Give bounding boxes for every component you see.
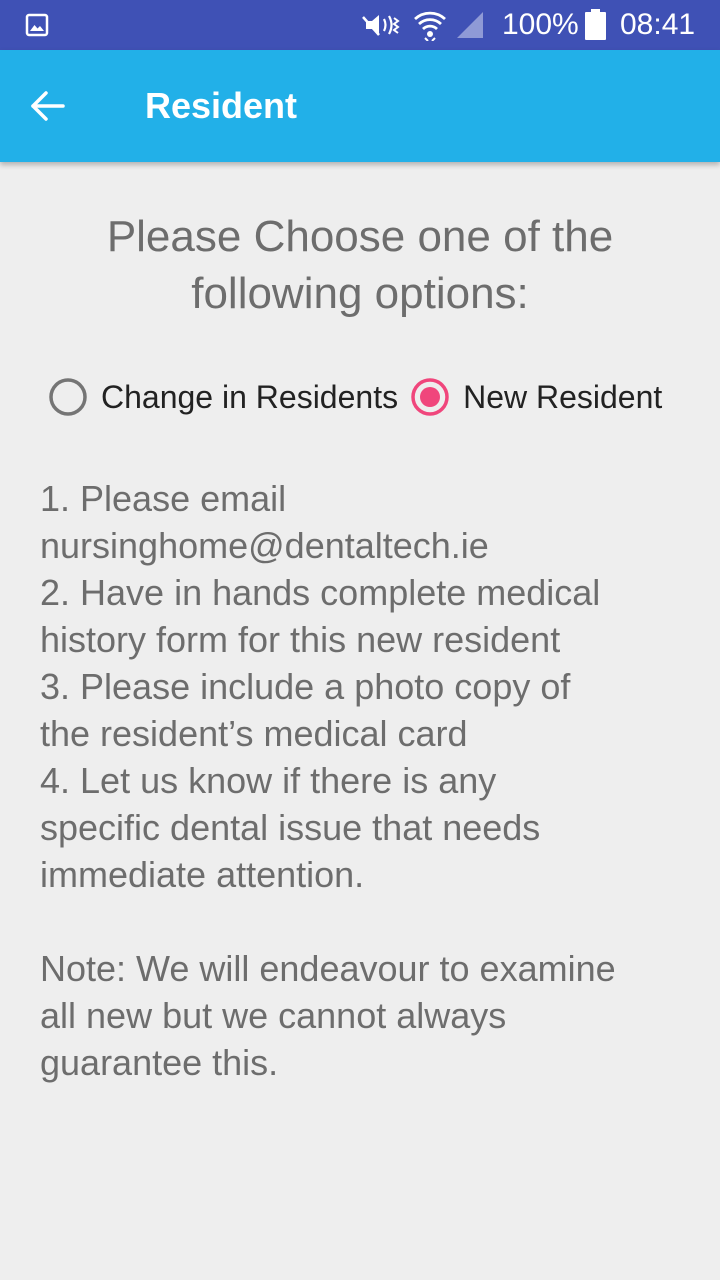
- instruction-line: 2. Have in hands complete medical: [40, 572, 601, 613]
- instruction-line: 1. Please email: [40, 478, 287, 519]
- battery-icon: [585, 9, 606, 40]
- heading-line-1: Please Choose one of the: [106, 212, 614, 261]
- heading-line-2: following options:: [191, 269, 529, 318]
- instructions-text: 1. Please email nursinghome@dentaltech.i…: [40, 475, 690, 1086]
- radio-checked-icon[interactable]: [410, 377, 450, 417]
- instruction-line: 4. Let us know if there is any: [40, 760, 497, 801]
- instruction-line: specific dental issue that needs: [40, 807, 541, 848]
- note-line: Note: We will endeavour to examine: [40, 948, 616, 989]
- gallery-icon: [25, 13, 49, 37]
- radio-label-change-in-residents: Change in Residents: [101, 379, 399, 415]
- signal-icon: [457, 12, 483, 38]
- app-bar: Resident: [0, 50, 720, 162]
- mute-icon: [362, 15, 400, 36]
- radio-new-resident[interactable]: New Resident: [410, 375, 662, 419]
- arrow-left-icon: [31, 91, 65, 121]
- radio-label-new-resident: New Resident: [463, 379, 663, 415]
- instruction-email: nursinghome@dentaltech.ie: [40, 525, 489, 566]
- page-title: Resident: [145, 85, 298, 126]
- instruction-line: 3. Please include a photo copy of: [40, 666, 571, 707]
- note-line: all new but we cannot always: [40, 995, 507, 1036]
- instruction-line: the resident’s medical card: [40, 713, 468, 754]
- wifi-icon: [414, 11, 446, 41]
- battery-percent: 100%: [502, 8, 579, 41]
- instruction-line: history form for this new resident: [40, 619, 561, 660]
- back-button[interactable]: [20, 78, 76, 134]
- radio-change-in-residents[interactable]: Change in Residents: [48, 375, 398, 419]
- status-bar: 100% 08:41: [0, 0, 720, 50]
- options-heading: Please Choose one of the following optio…: [0, 208, 720, 322]
- radio-unchecked-icon[interactable]: [48, 377, 88, 417]
- note-line: guarantee this.: [40, 1042, 279, 1083]
- instruction-line: immediate attention.: [40, 854, 365, 895]
- resident-options-radio-group: Change in Residents New Resident: [48, 375, 662, 419]
- status-clock: 08:41: [620, 8, 696, 41]
